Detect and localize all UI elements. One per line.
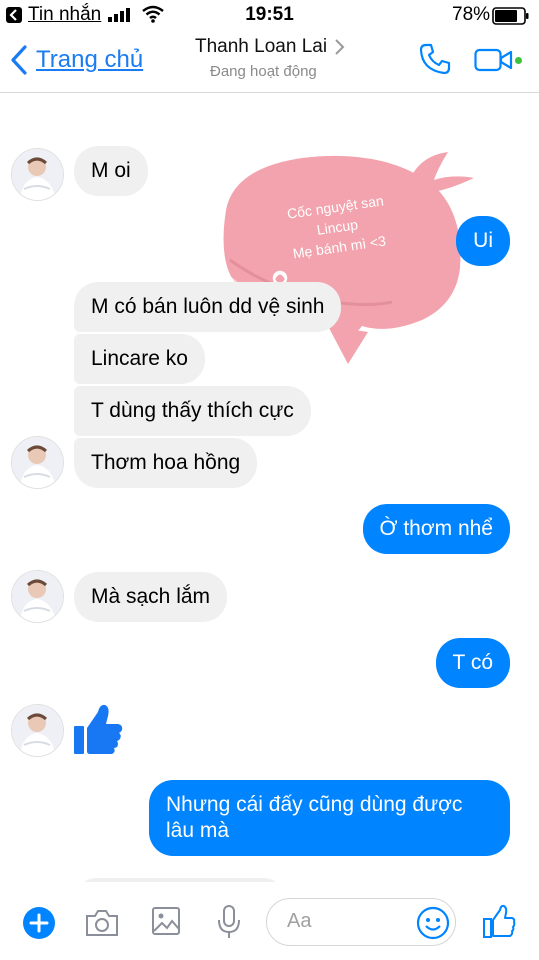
photo-gallery-icon[interactable]: [151, 906, 181, 936]
outgoing-message[interactable]: Nhưng cái đấy cũng dùng được lâu mà: [149, 780, 510, 856]
baby-photo-icon: [12, 437, 63, 488]
contact-avatar[interactable]: [11, 148, 64, 201]
message-thread[interactable]: Cốc nguyệt san Lincup Mẹ bánh mì <3 M oi…: [0, 92, 539, 898]
battery-icon: [492, 7, 529, 25]
outgoing-message[interactable]: Ui: [456, 216, 510, 266]
incoming-message[interactable]: M oi: [74, 146, 148, 196]
microphone-icon[interactable]: [216, 904, 242, 940]
battery-percent: 78%: [452, 4, 491, 25]
chevron-left-icon: [11, 45, 27, 75]
conversation-header: Trang chủ Thanh Loan Lai Đang hoạt động: [0, 30, 539, 93]
contact-avatar[interactable]: [11, 570, 64, 623]
incoming-message[interactable]: Lincare ko: [74, 334, 205, 384]
outgoing-message[interactable]: Ờ thơm nhể: [362, 504, 510, 554]
message-input-placeholder: Aa: [287, 910, 312, 932]
baby-photo-icon: [12, 149, 63, 200]
plus-icon[interactable]: [22, 906, 56, 940]
back-button[interactable]: Trang chủ: [8, 44, 143, 76]
baby-photo-icon: [12, 705, 63, 756]
incoming-message[interactable]: T dùng thấy thích cực: [74, 386, 311, 436]
phone-icon[interactable]: [418, 42, 452, 76]
incoming-message[interactable]: Thơm hoa hồng: [74, 438, 258, 488]
emoji-icon[interactable]: [416, 906, 450, 940]
chevron-right-icon[interactable]: [334, 38, 346, 56]
incoming-message[interactable]: Mà sạch lắm: [74, 572, 228, 622]
contact-name[interactable]: Thanh Loan Lai: [195, 36, 327, 58]
thumbs-up-icon[interactable]: [72, 702, 124, 756]
back-label: Trang chủ: [36, 46, 144, 73]
camera-icon[interactable]: [84, 908, 120, 938]
contact-avatar[interactable]: [11, 436, 64, 489]
contact-avatar[interactable]: [11, 704, 64, 757]
video-call-icon[interactable]: [474, 48, 514, 72]
outgoing-message[interactable]: T có: [435, 638, 510, 688]
presence-status: Đang hoạt động: [210, 63, 317, 80]
baby-photo-icon: [12, 571, 63, 622]
status-bar: Tin nhắn 19:51 78%: [0, 0, 539, 30]
like-button-icon[interactable]: [482, 904, 516, 940]
composer-bar: Aa: [0, 882, 539, 960]
online-indicator: [515, 57, 522, 64]
incoming-message[interactable]: M có bán luôn dd vệ sinh: [74, 282, 342, 332]
